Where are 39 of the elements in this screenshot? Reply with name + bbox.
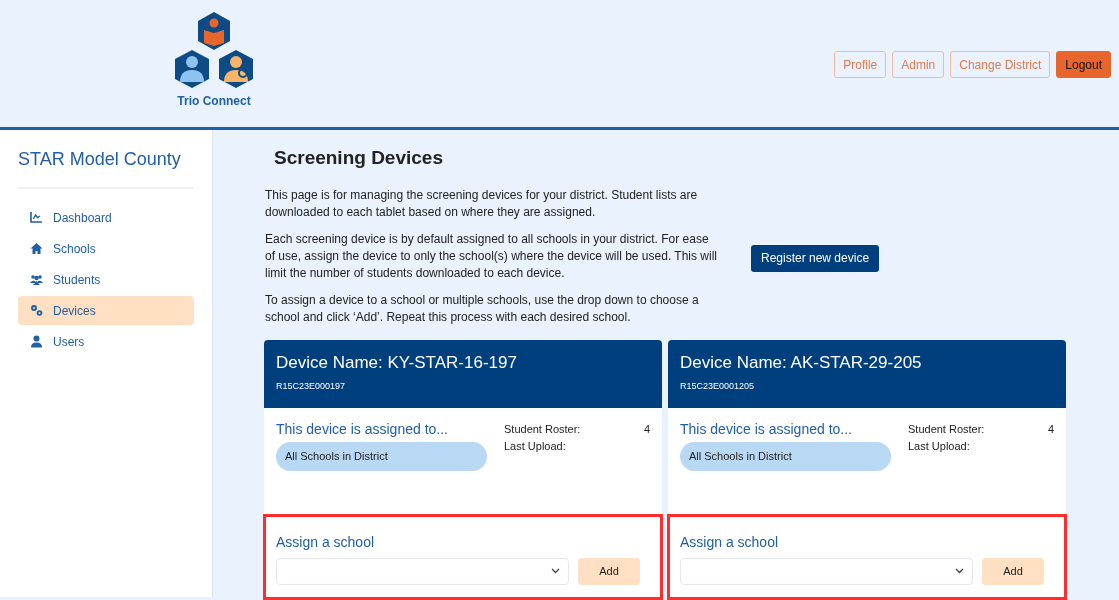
user-icon — [30, 335, 43, 348]
sidebar-item[interactable]: Devices — [18, 296, 194, 325]
assigned-heading: This device is assigned to... — [680, 420, 853, 438]
roster-label: Student Roster: — [908, 421, 985, 437]
sidebar-item[interactable]: Students — [18, 265, 194, 294]
device-serial: R15C23E0001205 — [680, 379, 756, 393]
device-serial: R15C23E000197 — [276, 379, 347, 393]
sidebar-item[interactable]: Dashboard — [18, 203, 194, 232]
chart-icon — [30, 211, 43, 224]
page-title: Screening Devices — [274, 146, 444, 170]
device-name: Device Name: KY-STAR-16-197 — [276, 351, 518, 374]
school-dropdown[interactable] — [680, 557, 973, 585]
group-icon — [30, 273, 43, 286]
upload-label: Last Upload: — [504, 438, 567, 454]
home-icon — [30, 242, 43, 255]
paragraph: This page is for managing the screening devices for your district. Student lists are downloaded to each tablet based on where they are assigned. — [265, 186, 699, 221]
assigned-heading: This device is assigned to... — [276, 420, 449, 438]
assign-label: Assign a school — [680, 532, 780, 552]
paragraph: Each screening device is by default assigned to all schools in your district. For ease of use, assign the device to only the school(s) where the device will be used. This will limit the number of students downloaded to each device. — [265, 230, 718, 282]
paragraph: To assign a device to a school or multiple schools, use the drop down to choose a school and click ‘Add’. Repeat this process with each desired school. — [265, 291, 700, 326]
device-name: Device Name: AK-STAR-29-205 — [680, 351, 923, 374]
roster-count: 4 — [643, 421, 650, 437]
school-tag: All Schools in District — [680, 441, 891, 471]
assign-label: Assign a school — [276, 532, 376, 552]
header-button[interactable]: Logout — [1056, 51, 1111, 78]
chevron-down-icon — [551, 568, 560, 574]
logo-text: Trio Connect — [177, 93, 251, 110]
sidebar-item[interactable]: Users — [18, 327, 194, 356]
add-button[interactable]: Add — [578, 557, 640, 585]
roster-count: 4 — [1047, 421, 1054, 437]
upload-label: Last Upload: — [908, 438, 971, 454]
school-tag: All Schools in District — [276, 441, 487, 471]
sidebar-item[interactable]: Schools — [18, 234, 194, 263]
school-dropdown[interactable] — [276, 557, 569, 585]
chevron-down-icon — [955, 568, 964, 574]
register-device-button[interactable]: Register new device — [751, 244, 880, 272]
roster-label: Student Roster: — [504, 421, 581, 437]
add-button[interactable]: Add — [982, 557, 1044, 585]
sidebar-title: STAR Model County — [18, 146, 194, 189]
